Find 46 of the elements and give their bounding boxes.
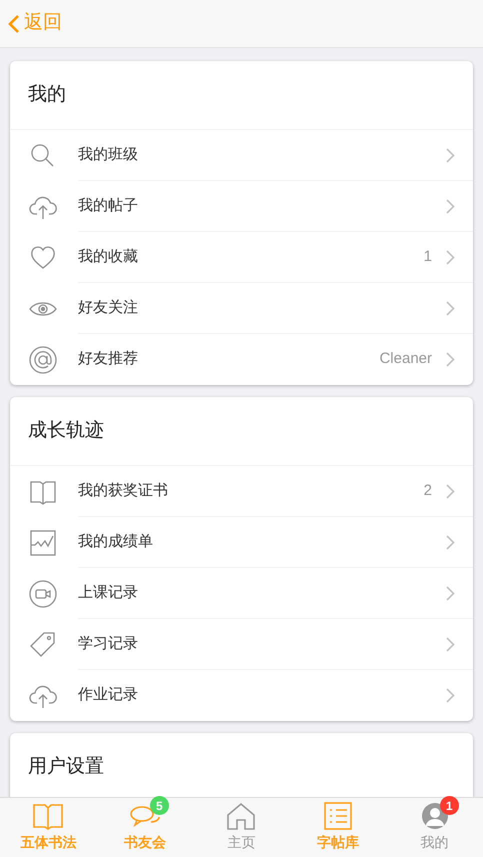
menu-row[interactable]: 我的获奖证书 2 <box>10 466 473 517</box>
chevron-right-icon <box>446 688 455 703</box>
menu-label: 我的帖子 <box>78 196 139 216</box>
chevron-right-icon <box>446 636 455 652</box>
chevron-right-icon <box>446 586 455 600</box>
section-title: 成长轨迹 <box>28 418 104 443</box>
menu-label: 我的获奖证书 <box>78 480 169 501</box>
menu-row[interactable]: 好友关注 <box>10 283 473 334</box>
video-camera-icon <box>28 578 58 608</box>
menu-row[interactable]: 上课记录 <box>10 568 473 619</box>
section-title: 用户设置 <box>28 754 104 779</box>
menu-value: 1 <box>424 246 432 267</box>
home-icon <box>225 802 258 830</box>
menu-label: 我的班级 <box>78 144 139 165</box>
chevron-right-icon <box>446 534 455 550</box>
menu-label: 学习记录 <box>78 634 139 654</box>
menu-row[interactable]: 学习记录 <box>10 619 473 670</box>
chevron-right-icon <box>446 250 455 264</box>
menu-label: 好友关注 <box>78 298 139 318</box>
menu-label: 作业记录 <box>78 685 139 706</box>
menu-row[interactable]: 作业记录 <box>10 670 473 721</box>
chevron-right-icon <box>446 148 455 162</box>
menu-row[interactable]: 我的班级 <box>10 130 473 181</box>
menu-row[interactable]: 我的收藏 1 <box>10 232 473 283</box>
chevron-right-icon <box>446 300 455 316</box>
menu-row[interactable]: 我的帖子 <box>10 181 473 232</box>
menu-row[interactable]: 好友推荐 Cleaner <box>10 334 473 385</box>
at-sign-icon <box>28 344 58 374</box>
chevron-left-icon <box>8 14 20 34</box>
chevron-right-icon <box>446 198 455 214</box>
book-icon <box>32 802 64 830</box>
menu-label: 上课记录 <box>78 582 139 603</box>
chevron-right-icon <box>446 484 455 498</box>
menu-label: 我的收藏 <box>78 246 139 267</box>
menu-row[interactable]: 我的成绩单 <box>10 517 473 568</box>
count-badge: 5 <box>150 796 169 815</box>
menu-value: 2 <box>424 480 432 501</box>
chevron-right-icon <box>446 352 455 367</box>
menu-label: 好友推荐 <box>78 349 139 370</box>
section-title: 我的 <box>28 82 66 107</box>
list-icon <box>322 802 354 830</box>
chart-icon <box>28 528 58 558</box>
menu-value: Cleaner <box>379 349 432 370</box>
tab-item[interactable]: 1 我的 <box>386 798 483 857</box>
count-badge: 1 <box>440 796 459 815</box>
menu-label: 我的成绩单 <box>78 532 154 552</box>
